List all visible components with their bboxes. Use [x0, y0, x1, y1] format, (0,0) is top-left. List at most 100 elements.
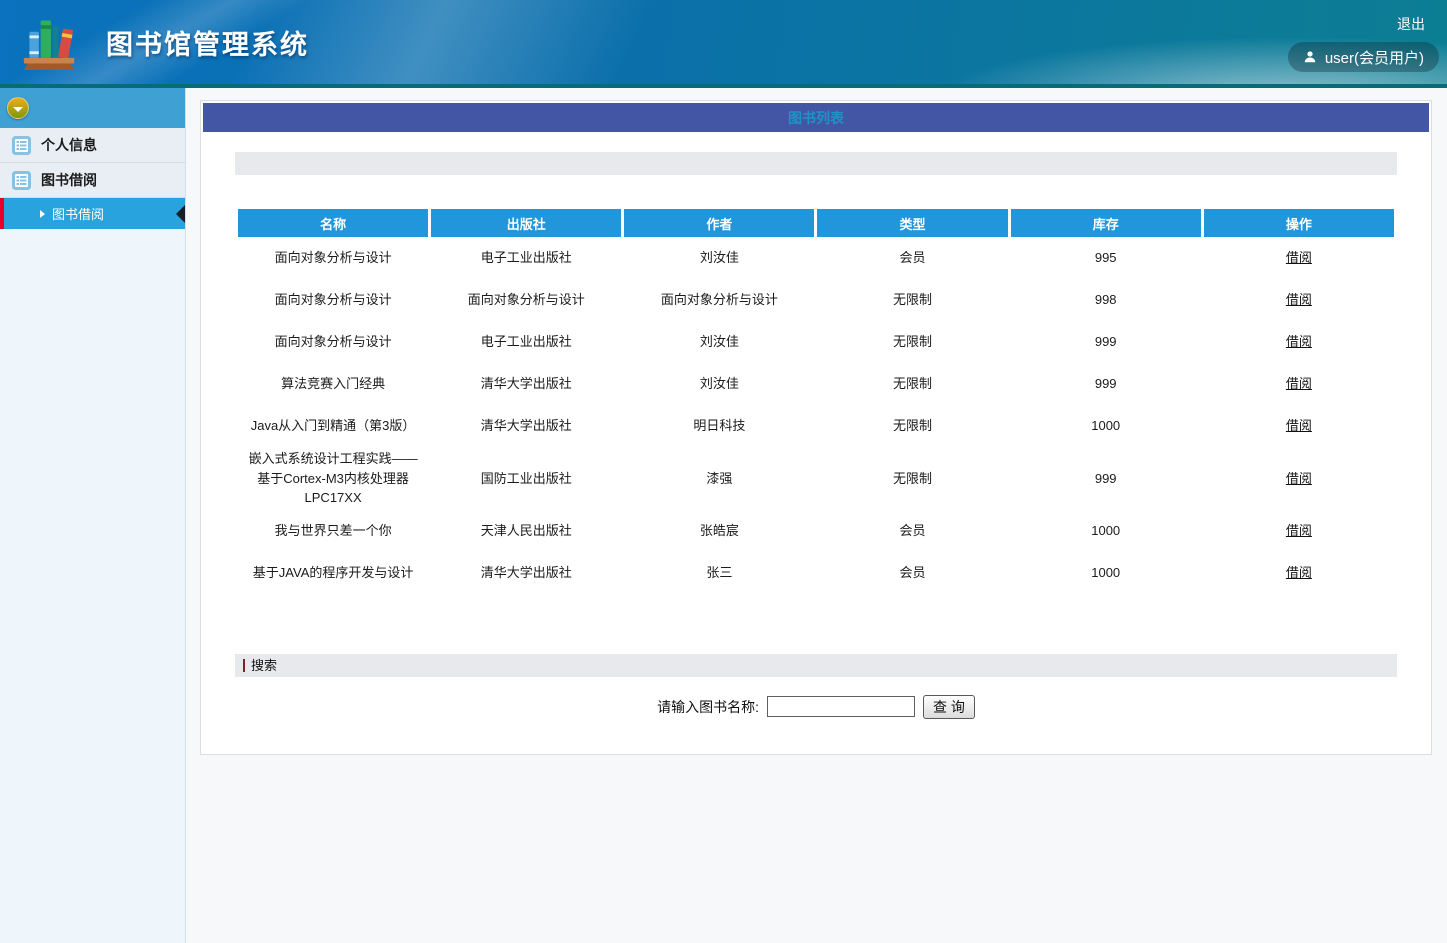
layout: 个人信息 图书借阅 图书借阅 [0, 88, 1447, 943]
table-cell: 无限制 [817, 321, 1007, 363]
table-cell: 会员 [817, 552, 1007, 594]
app-header: 图书馆管理系统 退出 user(会员用户) [0, 0, 1447, 88]
table-cell: 995 [1011, 237, 1201, 279]
table-cell: 我与世界只差一个你 [238, 510, 428, 552]
table-header-cell: 类型 [817, 209, 1007, 237]
table-cell: 算法竞赛入门经典 [238, 363, 428, 405]
table-cell: 刘汝佳 [624, 321, 814, 363]
search-form: 请输入图书名称: 查 询 [203, 695, 1429, 719]
table-row: 嵌入式系统设计工程实践——基于Cortex-M3内核处理器LPC17XX国防工业… [238, 447, 1394, 510]
table-cell: 面向对象分析与设计 [238, 279, 428, 321]
main-content: 图书列表 名称出版社作者类型库存操作 面向对象分析与设计电子工业出版社刘汝佳会员… [186, 88, 1447, 943]
table-cell: 清华大学出版社 [431, 552, 621, 594]
table-cell: Java从入门到精通（第3版） [238, 405, 428, 447]
table-cell: 刘汝佳 [624, 237, 814, 279]
panel-title: 图书列表 [788, 108, 844, 128]
table-cell: 张皓宸 [624, 510, 814, 552]
sidebar-item-label: 图书借阅 [41, 170, 97, 190]
table-cell: 1000 [1011, 405, 1201, 447]
table-cell: 借阅 [1204, 447, 1394, 510]
table-row: 面向对象分析与设计电子工业出版社刘汝佳会员995 借阅 [238, 237, 1394, 279]
book-list-panel: 图书列表 名称出版社作者类型库存操作 面向对象分析与设计电子工业出版社刘汝佳会员… [200, 100, 1432, 755]
arrow-left-icon [176, 205, 185, 223]
table-cell: 国防工业出版社 [431, 447, 621, 510]
borrow-link[interactable]: 借阅 [1286, 523, 1312, 538]
list-icon [12, 136, 31, 155]
table-row: Java从入门到精通（第3版）清华大学出版社明日科技无限制1000 借阅 [238, 405, 1394, 447]
books-table: 名称出版社作者类型库存操作 面向对象分析与设计电子工业出版社刘汝佳会员995借阅… [235, 209, 1397, 594]
borrow-link[interactable]: 借阅 [1286, 376, 1312, 391]
list-icon [12, 171, 31, 190]
table-cell: 明日科技 [624, 405, 814, 447]
table-header-cell: 库存 [1011, 209, 1201, 237]
table-cell: 999 [1011, 321, 1201, 363]
sidebar-item-book-borrow[interactable]: 图书借阅 [0, 163, 185, 198]
book-name-input[interactable] [767, 696, 915, 717]
table-cell: 面向对象分析与设计 [238, 321, 428, 363]
table-cell: 面向对象分析与设计 [238, 237, 428, 279]
borrow-link[interactable]: 借阅 [1286, 292, 1312, 307]
sidebar-top-bar [0, 88, 185, 128]
table-cell: 面向对象分析与设计 [431, 279, 621, 321]
app-title: 图书馆管理系统 [106, 23, 309, 62]
table-cell: 借阅 [1204, 237, 1394, 279]
table-cell: 借阅 [1204, 279, 1394, 321]
chevron-down-icon [13, 107, 23, 112]
user-icon [1303, 50, 1317, 64]
table-header-cell: 名称 [238, 209, 428, 237]
borrow-link[interactable]: 借阅 [1286, 565, 1312, 580]
table-cell: 998 [1011, 279, 1201, 321]
sidebar-toggle-button[interactable] [7, 97, 29, 119]
borrow-link[interactable]: 借阅 [1286, 418, 1312, 433]
table-cell: 面向对象分析与设计 [624, 279, 814, 321]
sidebar-item-label: 个人信息 [41, 135, 97, 155]
table-cell: 会员 [817, 237, 1007, 279]
table-cell: 刘汝佳 [624, 363, 814, 405]
table-cell: 张三 [624, 552, 814, 594]
table-cell: 嵌入式系统设计工程实践——基于Cortex-M3内核处理器LPC17XX [238, 447, 428, 510]
table-cell: 999 [1011, 447, 1201, 510]
table-cell: 电子工业出版社 [431, 237, 621, 279]
bookshelf-icon [22, 12, 78, 72]
table-row: 面向对象分析与设计面向对象分析与设计面向对象分析与设计无限制998借阅 [238, 279, 1394, 321]
table-row: 我与世界只差一个你天津人民出版社张皓宸会员1000借阅 [238, 510, 1394, 552]
table-cell: 清华大学出版社 [431, 363, 621, 405]
logout-link[interactable]: 退出 [1397, 14, 1425, 34]
sidebar-item-personal-info[interactable]: 个人信息 [0, 128, 185, 163]
table-cell: 借阅 [1204, 552, 1394, 594]
panel-title-bar: 图书列表 [203, 103, 1429, 132]
borrow-link[interactable]: 借阅 [1286, 334, 1312, 349]
table-cell: 清华大学出版社 [431, 405, 621, 447]
table-cell: 999 [1011, 363, 1201, 405]
table-cell: 1000 [1011, 552, 1201, 594]
sidebar-subitem-book-borrow[interactable]: 图书借阅 [0, 198, 185, 229]
table-cell: 无限制 [817, 279, 1007, 321]
table-cell: 1000 [1011, 510, 1201, 552]
toolbar-strip [235, 152, 1397, 175]
table-cell: 无限制 [817, 447, 1007, 510]
table-cell: 借阅 [1204, 510, 1394, 552]
sidebar: 个人信息 图书借阅 图书借阅 [0, 88, 186, 943]
table-cell: 借阅 [1204, 405, 1394, 447]
table-cell: 会员 [817, 510, 1007, 552]
search-button[interactable]: 查 询 [923, 695, 975, 719]
caret-right-icon [40, 210, 45, 218]
user-badge-label: user(会员用户) [1325, 47, 1424, 68]
table-cell: 借阅 [1204, 321, 1394, 363]
search-section-header: 搜索 [235, 654, 1397, 677]
table-cell: 基于JAVA的程序开发与设计 [238, 552, 428, 594]
table-header-cell: 出版社 [431, 209, 621, 237]
table-cell: 无限制 [817, 405, 1007, 447]
table-row: 算法竞赛入门经典清华大学出版社刘汝佳无限制999 借阅 [238, 363, 1394, 405]
table-row: 面向对象分析与设计电子工业出版社刘汝佳无限制999借阅 [238, 321, 1394, 363]
borrow-link[interactable]: 借阅 [1286, 250, 1312, 265]
search-label: 请输入图书名称: [657, 697, 759, 717]
user-badge[interactable]: user(会员用户) [1288, 42, 1439, 72]
sidebar-menu: 个人信息 图书借阅 图书借阅 [0, 128, 185, 229]
table-cell: 无限制 [817, 363, 1007, 405]
table-header-cell: 作者 [624, 209, 814, 237]
table-header-row: 名称出版社作者类型库存操作 [238, 209, 1394, 237]
search-section-label: 搜索 [243, 659, 277, 672]
table-row: 基于JAVA的程序开发与设计清华大学出版社张三会员1000 借阅 [238, 552, 1394, 594]
borrow-link[interactable]: 借阅 [1286, 471, 1312, 486]
